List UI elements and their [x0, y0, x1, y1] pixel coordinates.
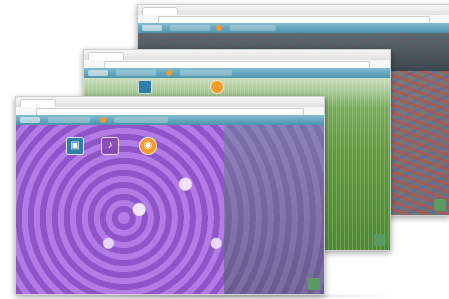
browser-tab[interactable] — [142, 7, 178, 15]
background-scene — [224, 125, 324, 294]
nav-pill[interactable] — [48, 117, 90, 123]
nav-pill[interactable] — [116, 70, 156, 76]
music-icon[interactable]: ♪ — [101, 137, 119, 155]
browser-tab[interactable] — [88, 52, 124, 60]
notification-icon[interactable] — [100, 117, 106, 123]
media-icon[interactable] — [138, 80, 152, 94]
browser-window-front[interactable]: ▣ ♪ ◉ — [15, 96, 325, 295]
media-icon[interactable] — [210, 80, 224, 94]
photo-content: ▣ ♪ ◉ — [16, 125, 324, 294]
nav-pill[interactable] — [230, 25, 276, 31]
fullscreen-icon[interactable] — [308, 278, 320, 290]
browser-tab[interactable] — [20, 99, 56, 107]
notification-icon[interactable] — [216, 25, 222, 31]
nav-pill[interactable] — [114, 117, 168, 123]
nav-pill[interactable] — [180, 70, 232, 76]
window-controls — [296, 99, 320, 130]
fullscreen-icon[interactable] — [434, 199, 446, 211]
fullscreen-icon[interactable] — [374, 234, 386, 246]
app-logo — [20, 117, 40, 123]
app-logo — [88, 70, 108, 76]
window-controls — [422, 7, 446, 38]
notification-icon[interactable] — [166, 70, 172, 76]
photo-icon[interactable]: ▣ — [66, 137, 84, 155]
nav-pill[interactable] — [170, 25, 210, 31]
app-logo — [142, 25, 162, 31]
video-icon[interactable]: ◉ — [139, 137, 157, 155]
window-controls — [362, 52, 386, 83]
